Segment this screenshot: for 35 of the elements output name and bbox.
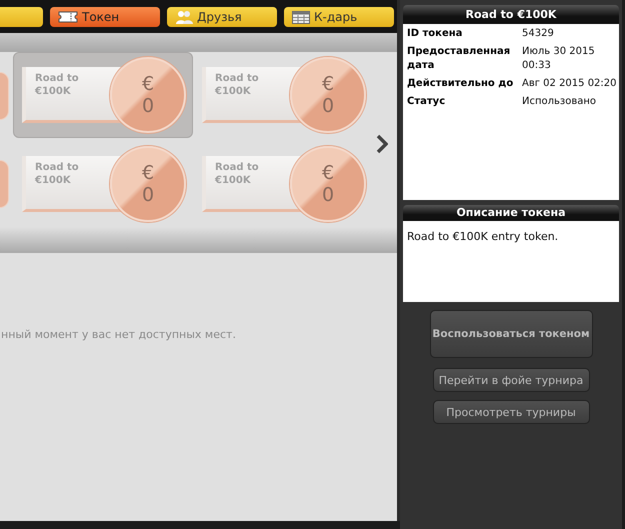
field-value: 54329: [522, 27, 555, 41]
token-name: Road to €100K: [35, 72, 80, 98]
action-button[interactable]: Перейти в фойе турнира: [432, 368, 590, 392]
token-card[interactable]: Road to €100K € 0: [13, 52, 193, 138]
coin: € 0: [110, 57, 186, 133]
tab[interactable]: Токен: [50, 7, 160, 27]
field-value: Использовано: [522, 95, 598, 109]
description-text: Road to €100K entry token.: [407, 230, 558, 243]
token-name: Road to €100K: [215, 161, 260, 187]
tab[interactable]: Друзья: [167, 7, 277, 27]
coin: € 0: [290, 57, 366, 133]
coin-edge: [0, 72, 9, 120]
calendar-icon: [292, 10, 310, 24]
token-name: Road to €100K: [215, 72, 260, 98]
token-name: Road to €100K: [35, 161, 80, 187]
coin-edge: [0, 160, 9, 208]
coin: € 0: [110, 146, 186, 222]
field-label: Действительно до: [407, 77, 522, 95]
tab[interactable]: К-дарь: [284, 7, 394, 27]
field-label: Предоставленная дата: [407, 45, 512, 73]
panel-title: Road to €100K: [403, 5, 619, 24]
use-token-button[interactable]: Воспользоваться токеном: [430, 310, 592, 358]
token-card[interactable]: Road to €100K € 0: [193, 52, 373, 138]
field-value: Июль 30 2015 00:33: [522, 45, 596, 73]
token-card[interactable]: Road to €100K € 0: [13, 141, 193, 227]
action-button[interactable]: Просмотреть турниры: [432, 400, 590, 424]
panel-title: Описание токена: [403, 205, 619, 221]
empty-message: нный момент у вас нет доступных мест.: [1, 328, 236, 341]
field-label: Статус: [407, 95, 446, 109]
people-icon: [175, 10, 193, 24]
field-value: Авг 02 2015 02:20: [522, 77, 618, 91]
field-label: ID токена: [407, 27, 464, 41]
token-card[interactable]: Road to €100K € 0: [193, 141, 373, 227]
ticket-icon: [58, 11, 78, 23]
coin: € 0: [290, 146, 366, 222]
